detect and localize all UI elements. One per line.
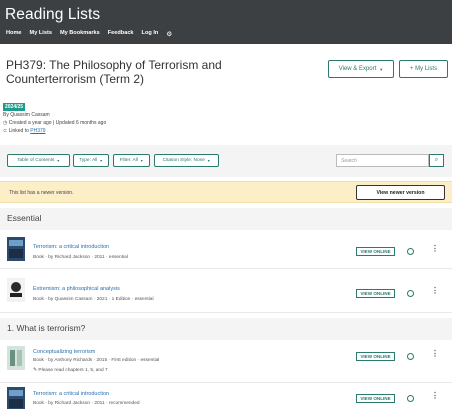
item-title-link[interactable]: Terrorism: a critical introduction	[33, 391, 109, 397]
nav-log-in[interactable]: Log In	[142, 30, 159, 38]
search-input[interactable]: Search	[336, 154, 429, 167]
type-filter-dropdown[interactable]: Type: All ▼	[73, 154, 109, 167]
note-icon: ✎	[33, 368, 38, 373]
view-online-button[interactable]: VIEW ONLINE	[356, 352, 395, 361]
caret-down-icon: ▼	[379, 66, 384, 72]
view-online-button[interactable]: VIEW ONLINE	[356, 289, 395, 298]
search-button[interactable]: ⌕	[429, 154, 444, 167]
list-item: Terrorism: a critical introduction Book …	[0, 231, 452, 269]
read-status-toggle[interactable]	[407, 353, 414, 360]
more-options-icon[interactable]: ⋮	[431, 350, 439, 358]
item-note: ✎ Please read chapters 1, 5, and 7	[33, 368, 108, 373]
book-cover-thumbnail[interactable]	[7, 387, 25, 409]
more-options-icon[interactable]: ⋮	[431, 287, 439, 295]
list-dates: ◷ Created a year ago | Updated 6 months …	[3, 120, 106, 126]
item-meta: Book · by Richard Jackson · 2011 · essen…	[33, 255, 128, 260]
item-meta: Book · by Richard Jackson · 2011 · recom…	[33, 401, 140, 406]
book-cover-thumbnail[interactable]	[7, 278, 25, 302]
nav-my-bookmarks[interactable]: My Bookmarks	[60, 30, 100, 38]
gear-icon[interactable]: ⚙	[166, 30, 172, 38]
more-options-icon[interactable]: ⋮	[431, 392, 439, 400]
nav-my-lists[interactable]: My Lists	[30, 30, 52, 38]
clock-icon: ◷	[3, 120, 8, 126]
link-icon: ⊂	[3, 128, 8, 134]
read-status-toggle[interactable]	[407, 395, 414, 402]
item-meta: Book · by Quassim Cassam · 2021 · 1 Edit…	[33, 297, 154, 302]
citation-label: Citation Style: None	[162, 158, 205, 163]
view-export-label: View & Export	[338, 66, 377, 72]
list-author: By Quassim Cassam	[3, 112, 50, 118]
caret-down-icon: ▼	[99, 158, 103, 163]
list-dates-text: Created a year ago | Updated 6 months ag…	[8, 120, 107, 126]
notice-text: This list has a newer version.	[9, 190, 74, 196]
filter-label: Filter: All	[119, 158, 138, 163]
item-title-link[interactable]: Conceptualizing terrorism	[33, 349, 95, 355]
filter-dropdown[interactable]: Filter: All ▼	[113, 154, 150, 167]
toc-label: Table of Contents	[17, 158, 55, 163]
table-of-contents-dropdown[interactable]: Table of Contents ▼	[7, 154, 70, 167]
citation-style-dropdown[interactable]: Citation Style: None ▼	[154, 154, 219, 167]
type-label: Type: All	[79, 158, 98, 163]
top-navbar: Reading Lists Home My Lists My Bookmarks…	[0, 0, 452, 44]
list-item: Extremism: a philosophical analysis Book…	[0, 269, 452, 313]
section-heading-what-is-terrorism: 1. What is terrorism?	[0, 318, 452, 340]
section-title: 1. What is terrorism?	[7, 323, 86, 333]
section-title: Essential	[7, 213, 42, 223]
item-meta: Book · by Anthony Richards · 2015 · Firs…	[33, 358, 160, 363]
item-note-text: Please read chapters 1, 5, and 7	[38, 368, 108, 373]
site-brand[interactable]: Reading Lists	[5, 6, 100, 24]
list-item: Conceptualizing terrorism Book · by Anth…	[0, 341, 452, 383]
read-status-toggle[interactable]	[407, 248, 414, 255]
read-status-toggle[interactable]	[407, 290, 414, 297]
search-icon: ⌕	[434, 157, 439, 163]
add-to-my-lists-button[interactable]: + My Lists	[399, 60, 448, 78]
item-title-link[interactable]: Extremism: a philosophical analysis	[33, 286, 120, 292]
nav-feedback[interactable]: Feedback	[108, 30, 134, 38]
linked-prefix: Linked to	[8, 128, 29, 134]
page-title: PH379: The Philosophy of Terrorism and C…	[6, 58, 222, 86]
view-online-button[interactable]: VIEW ONLINE	[356, 394, 395, 403]
nav-home[interactable]: Home	[6, 30, 22, 38]
book-cover-thumbnail[interactable]	[7, 237, 25, 261]
caret-down-icon: ▼	[206, 158, 211, 163]
caret-down-icon: ▼	[56, 158, 60, 163]
main-nav: Home My Lists My Bookmarks Feedback Log …	[6, 30, 180, 38]
caret-down-icon: ▼	[139, 158, 144, 163]
newer-version-notice: This list has a newer version. View newe…	[0, 181, 452, 203]
year-badge: 2024/25	[3, 103, 26, 111]
book-cover-thumbnail[interactable]	[7, 346, 25, 370]
view-online-button[interactable]: VIEW ONLINE	[356, 247, 395, 256]
linked-course-link[interactable]: PH379	[30, 128, 45, 134]
list-linked: ⊂ Linked to PH379	[3, 128, 46, 134]
section-heading-essential: Essential	[0, 208, 452, 230]
view-export-button[interactable]: View & Export ▼	[328, 60, 394, 78]
view-newer-version-button[interactable]: View newer version	[356, 185, 445, 200]
list-item: Terrorism: a critical introduction Book …	[0, 384, 452, 409]
more-options-icon[interactable]: ⋮	[431, 245, 439, 253]
item-title-link[interactable]: Terrorism: a critical introduction	[33, 244, 109, 250]
